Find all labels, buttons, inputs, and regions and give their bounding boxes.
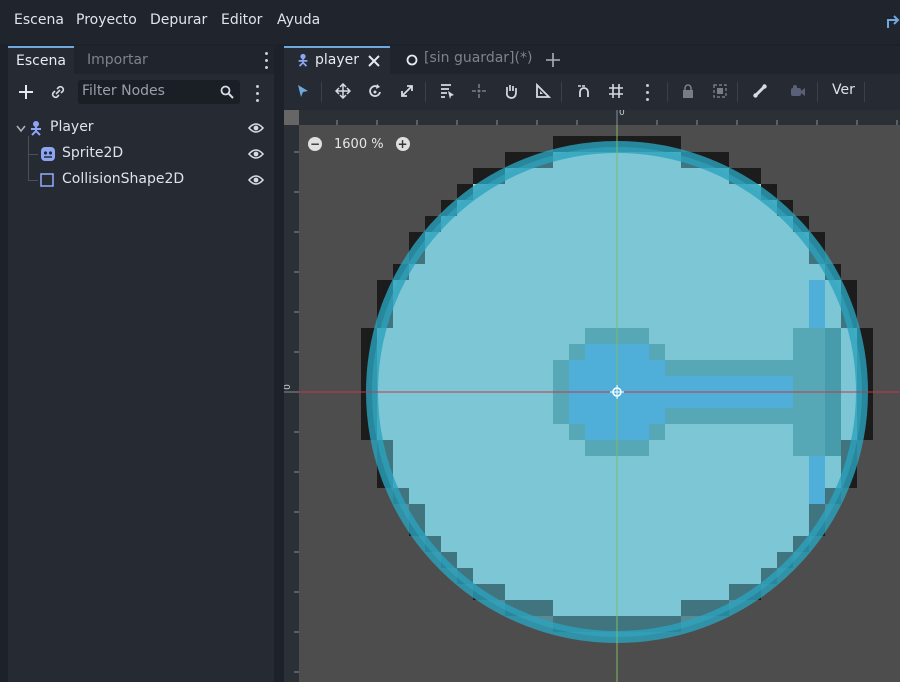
main-editor: player [sin guardar](*) Ver 0 − 1600 % + bbox=[284, 46, 900, 682]
tab-sin-guardar-label: [sin guardar](*) bbox=[424, 50, 533, 66]
tree-connector bbox=[28, 136, 29, 155]
visibility-eye-icon[interactable] bbox=[248, 122, 264, 134]
search-icon bbox=[220, 85, 234, 99]
zoom-in-icon[interactable]: + bbox=[395, 137, 410, 151]
tree-connector bbox=[28, 154, 38, 155]
zoom-out-icon[interactable]: − bbox=[308, 137, 322, 151]
tree-item-collisionshape2d[interactable]: CollisionShape2D bbox=[8, 154, 274, 194]
character-body-icon bbox=[31, 121, 41, 136]
ruler-icon[interactable] bbox=[534, 82, 552, 100]
snap-options-icon[interactable] bbox=[646, 84, 650, 102]
smart-snap-icon[interactable] bbox=[575, 82, 593, 100]
tree-connector bbox=[28, 180, 38, 181]
menu-depurar[interactable]: Depurar bbox=[150, 12, 207, 28]
rotate-mode-icon[interactable] bbox=[366, 82, 384, 100]
toolbar-separator bbox=[737, 82, 738, 102]
toolbar-separator bbox=[667, 82, 668, 102]
menu-escena[interactable]: Escena bbox=[14, 12, 64, 28]
ruler-h-zero-label: 0 bbox=[619, 110, 625, 118]
tab-escena[interactable]: Escena bbox=[8, 46, 74, 74]
unsaved-circle-icon bbox=[406, 54, 418, 66]
menu-bar: Escena Proyecto Depurar Editor Ayuda bbox=[0, 0, 900, 44]
view-menu-button[interactable]: Ver bbox=[832, 82, 855, 98]
sprite-icon bbox=[41, 147, 55, 161]
tree-item-player[interactable]: Player bbox=[8, 116, 274, 142]
lock-icon[interactable] bbox=[679, 82, 697, 100]
ruler-corner bbox=[284, 110, 299, 125]
dock-splitter[interactable] bbox=[274, 46, 284, 682]
zoom-widget: − 1600 % + bbox=[308, 135, 410, 153]
toolbar-separator bbox=[321, 82, 322, 102]
move-mode-icon[interactable] bbox=[334, 82, 352, 100]
canvas-toolbar: Ver bbox=[284, 74, 900, 108]
scale-mode-icon[interactable] bbox=[398, 82, 416, 100]
tab-importar[interactable]: Importar bbox=[87, 46, 148, 74]
visibility-eye-icon[interactable] bbox=[248, 148, 264, 160]
tree-connector bbox=[28, 154, 29, 181]
scene-canvas bbox=[284, 110, 900, 682]
close-icon[interactable] bbox=[368, 55, 380, 67]
zoom-level[interactable]: 1600 % bbox=[334, 137, 384, 152]
tree-label-player: Player bbox=[50, 119, 94, 135]
ruler-ticks bbox=[336, 110, 898, 125]
toolbar-separator bbox=[425, 82, 426, 102]
select-mode-icon[interactable] bbox=[294, 82, 312, 100]
camera-override-icon[interactable] bbox=[789, 82, 807, 100]
tab-player-label: player bbox=[315, 52, 360, 68]
collapse-arrow-icon[interactable] bbox=[16, 125, 26, 133]
menu-editor[interactable]: Editor bbox=[221, 12, 262, 28]
toolbar-separator bbox=[561, 82, 562, 102]
ruler-v-zero-label: 0 bbox=[284, 384, 293, 390]
scene-dock-tabs: Escena Importar bbox=[8, 46, 274, 74]
visibility-eye-icon[interactable] bbox=[248, 174, 264, 186]
scene-dock-toolbar: Filter Nodes bbox=[8, 76, 274, 110]
add-node-icon[interactable] bbox=[16, 82, 36, 102]
menu-ayuda[interactable]: Ayuda bbox=[277, 12, 320, 28]
menu-proyecto[interactable]: Proyecto bbox=[76, 12, 137, 28]
tree-item-sprite2d[interactable]: Sprite2D bbox=[8, 136, 274, 168]
pivot-icon[interactable] bbox=[470, 82, 488, 100]
tab-player[interactable]: player bbox=[284, 46, 390, 74]
new-tab-plus-icon[interactable] bbox=[545, 52, 561, 68]
skeleton-bone-icon[interactable] bbox=[751, 82, 769, 100]
toolbar-separator bbox=[817, 82, 818, 102]
instance-scene-icon[interactable] bbox=[48, 82, 68, 102]
tree-label-sprite2d: Sprite2D bbox=[62, 145, 124, 161]
vertical-ruler[interactable]: 0 bbox=[284, 125, 299, 682]
character-body-icon bbox=[298, 53, 308, 67]
toolbar-separator bbox=[864, 82, 865, 102]
pan-hand-icon[interactable] bbox=[502, 82, 520, 100]
tree-options-icon[interactable] bbox=[256, 85, 260, 103]
collision-shape-icon bbox=[40, 173, 54, 187]
dock-menu-icon[interactable] bbox=[265, 52, 269, 70]
scene-dock: Escena Importar Filter Nodes Player Spri… bbox=[8, 46, 274, 682]
canvas-viewport[interactable]: 0 0 − 1600 % + bbox=[284, 110, 900, 682]
group-icon[interactable] bbox=[711, 82, 729, 100]
filter-nodes-input[interactable]: Filter Nodes bbox=[78, 80, 240, 104]
list-select-icon[interactable] bbox=[438, 82, 456, 100]
tree-label-collisionshape2d: CollisionShape2D bbox=[62, 171, 185, 187]
renderer-icon[interactable] bbox=[884, 12, 900, 32]
horizontal-ruler[interactable]: 0 bbox=[299, 110, 900, 125]
ruler-ticks bbox=[284, 151, 299, 673]
scene-tabs: player [sin guardar](*) bbox=[284, 46, 900, 74]
filter-nodes-placeholder: Filter Nodes bbox=[82, 83, 165, 99]
grid-snap-icon[interactable] bbox=[607, 82, 625, 100]
